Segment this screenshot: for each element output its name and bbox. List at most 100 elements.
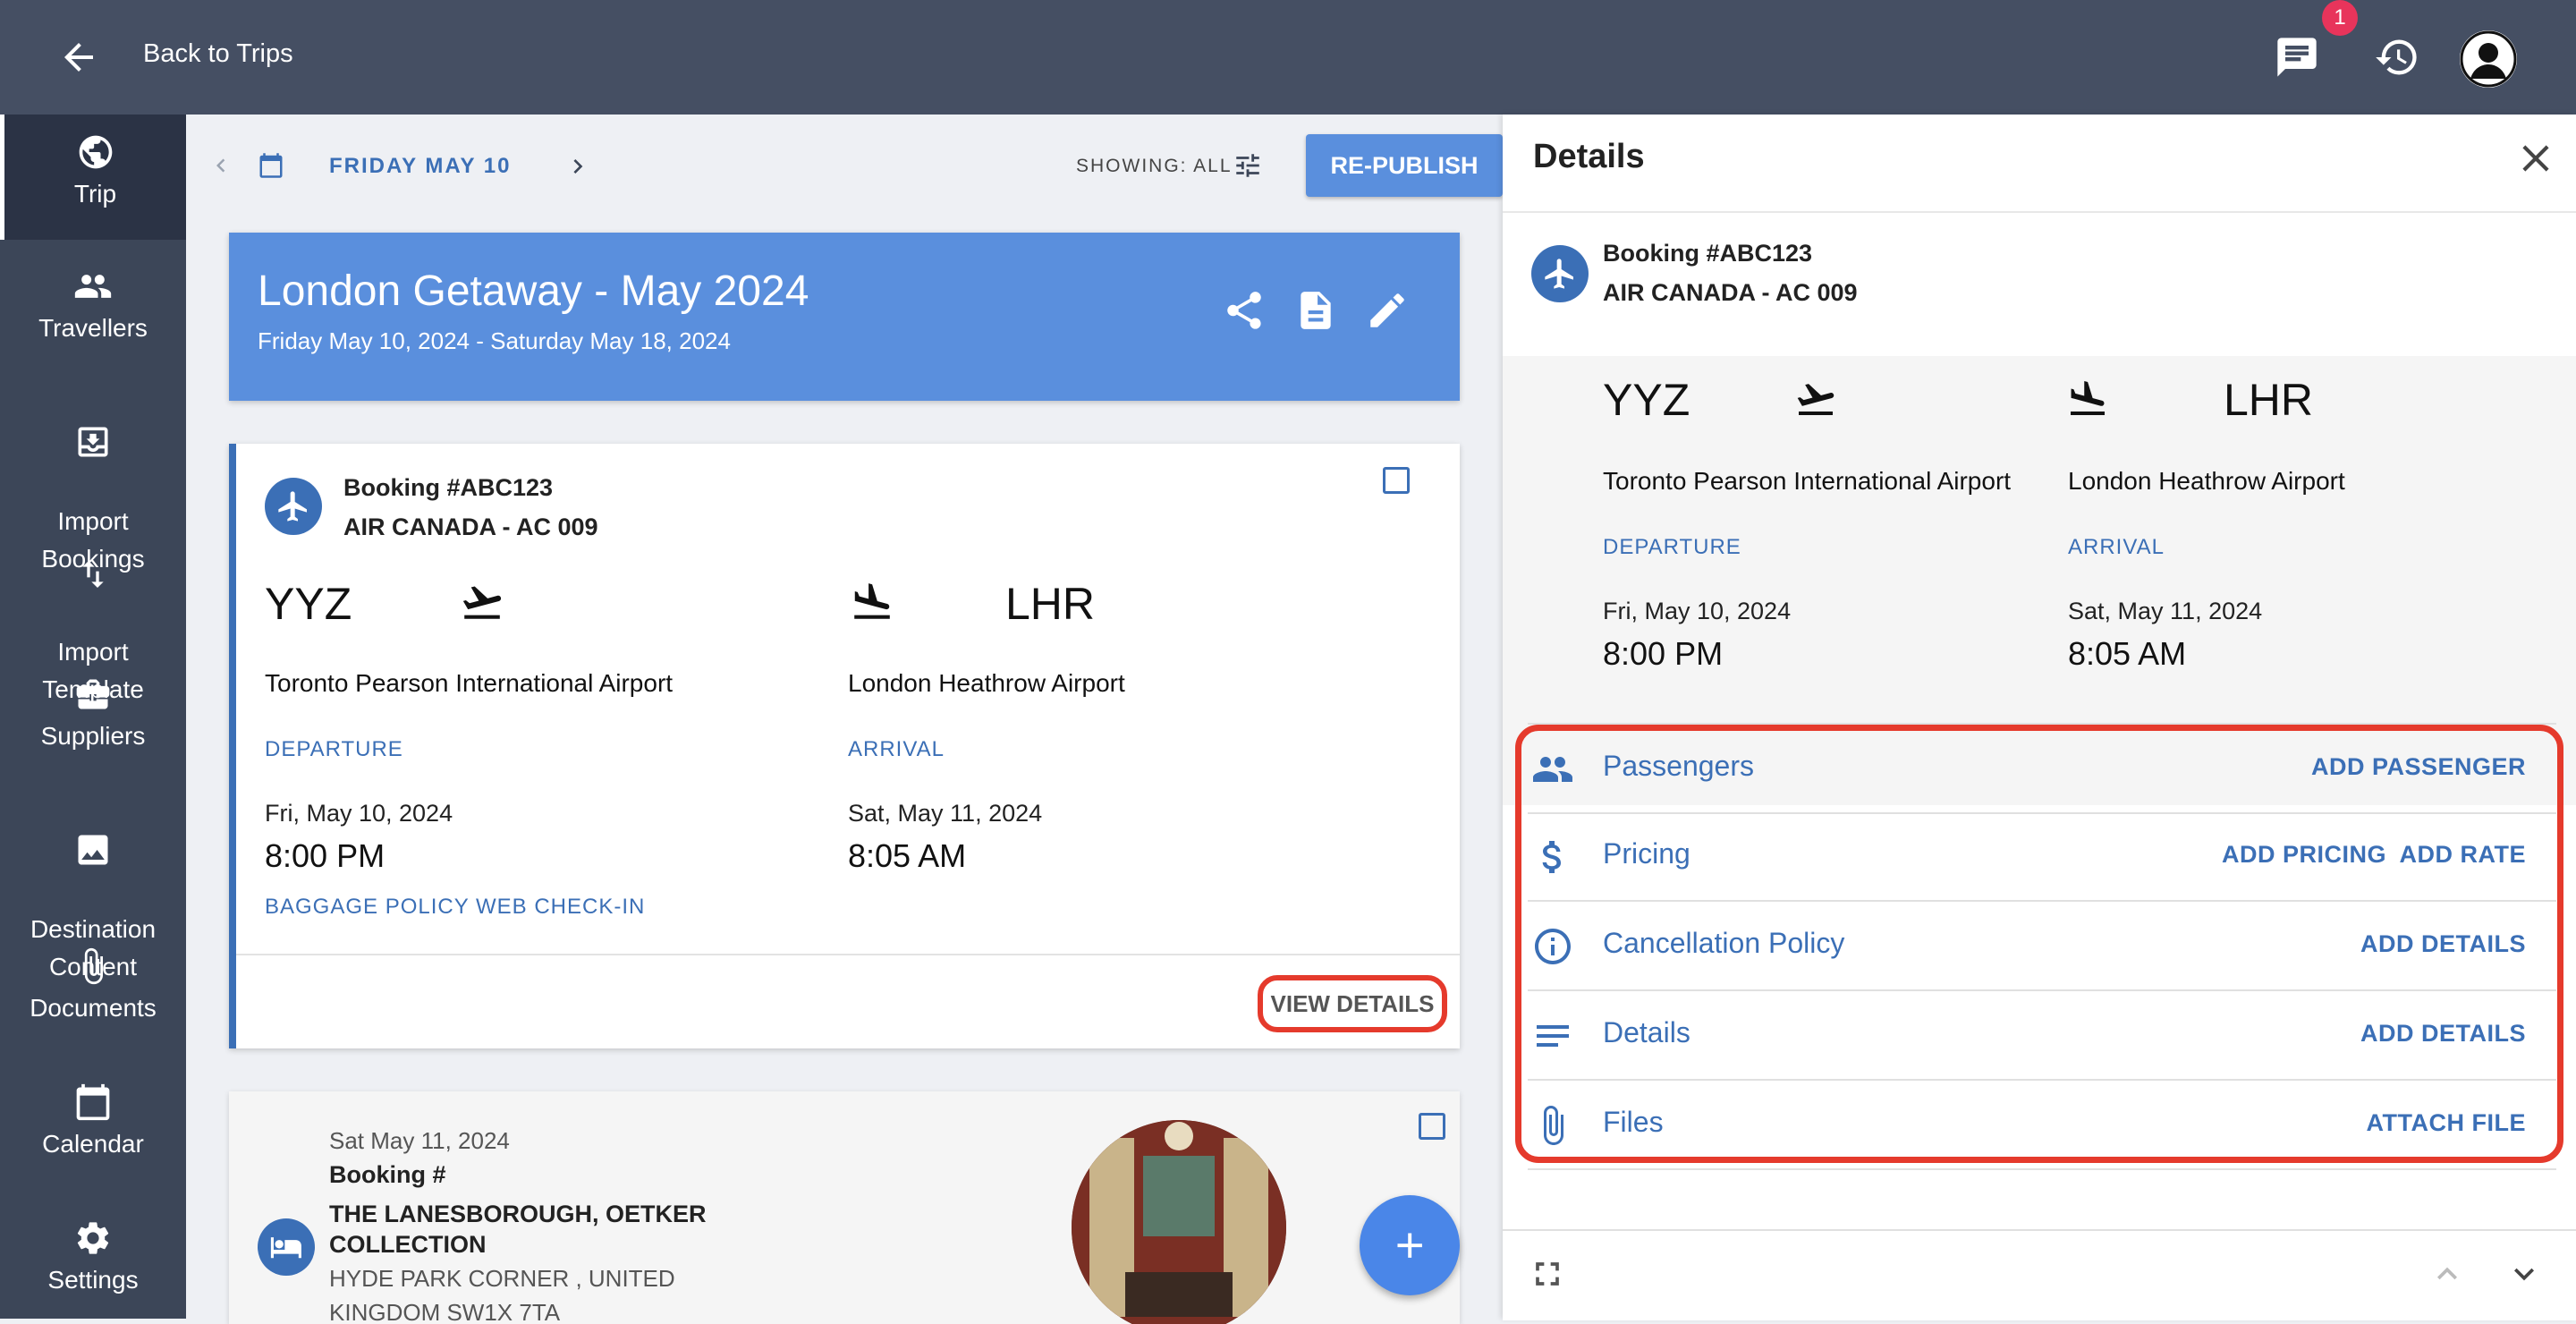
chevron-up-icon[interactable]	[2428, 1254, 2467, 1294]
tune-filter-icon[interactable]	[1233, 150, 1263, 181]
sidebar-item-documents[interactable]: Documents	[0, 946, 186, 1027]
arrival-time: 8:05 AM	[848, 837, 967, 874]
panel-departure-code: YYZ	[1603, 375, 1690, 425]
web-checkin-link[interactable]: WEB CHECK-IN	[476, 895, 645, 920]
sections-highlight-box	[1515, 725, 2563, 1163]
sidebar-item-label: Calendar	[42, 1130, 144, 1158]
sidebar-item-trip[interactable]: Trip	[0, 115, 186, 240]
panel-footer	[1503, 1229, 2576, 1320]
select-checkbox[interactable]	[1383, 467, 1410, 494]
panel-departure-label: DEPARTURE	[1603, 535, 1741, 559]
flight-booking-card: Booking #ABC123 AIR CANADA - AC 009 YYZ …	[229, 444, 1460, 1048]
import-icon	[78, 427, 108, 457]
top-bar: Back to Trips 1	[0, 0, 2576, 115]
panel-departure-date: Fri, May 10, 2024	[1603, 598, 1792, 624]
baggage-policy-link[interactable]: BAGGAGE POLICY	[265, 895, 470, 920]
user-avatar-icon	[2460, 30, 2517, 88]
panel-title: Details	[1533, 138, 1645, 175]
hotel-address-line2: KINGDOM SW1X 7TA	[329, 1299, 561, 1324]
arrival-airport: London Heathrow Airport	[848, 669, 1125, 697]
sidebar-item-settings[interactable]: Settings	[0, 1218, 186, 1299]
calendar-icon[interactable]	[258, 152, 284, 179]
briefcase-icon	[76, 679, 110, 709]
back-arrow-icon[interactable]	[57, 36, 100, 79]
landing-icon	[854, 583, 890, 619]
document-icon[interactable]	[1293, 288, 1338, 333]
panel-arrival-code: LHR	[2224, 375, 2314, 425]
panel-departure-time: 8:00 PM	[1603, 635, 1724, 672]
panel-booking-header: Booking #ABC123 AIR CANADA - AC 009	[1503, 213, 2576, 356]
trip-header-card: London Getaway - May 2024 Friday May 10,…	[229, 233, 1460, 401]
departure-code: YYZ	[265, 579, 352, 629]
airline-flight: AIR CANADA - AC 009	[343, 513, 598, 540]
hotel-name-line1: THE LANESBOROUGH, OETKER	[329, 1201, 707, 1227]
hotel-select-checkbox[interactable]	[1419, 1113, 1445, 1140]
panel-arrival-date: Sat, May 11, 2024	[2068, 598, 2263, 624]
landing-icon	[2071, 381, 2105, 415]
hotel-booking-number: Booking #	[329, 1161, 446, 1188]
showing-filter-label[interactable]: SHOWING: ALL	[1076, 156, 1233, 177]
current-date-label[interactable]: FRIDAY MAY 10	[329, 154, 511, 179]
gear-icon	[77, 1222, 109, 1254]
hotel-type-badge	[258, 1218, 315, 1276]
calendar-icon	[76, 1083, 110, 1121]
airplane-icon	[1545, 259, 1573, 289]
sidebar: Trip Travellers Import Bookings Import T…	[0, 115, 186, 1319]
departure-airport: Toronto Pearson International Airport	[265, 669, 674, 697]
image-icon	[78, 835, 108, 865]
plus-icon	[1397, 1233, 1422, 1258]
sidebar-item-travellers[interactable]: Travellers	[0, 267, 186, 347]
chat-icon[interactable]	[2274, 34, 2320, 81]
sidebar-item-label: Settings	[47, 1266, 139, 1294]
booking-number: Booking #ABC123	[343, 474, 554, 501]
chevron-right-icon[interactable]	[564, 152, 592, 181]
notification-badge: 1	[2322, 0, 2358, 36]
trip-title: London Getaway - May 2024	[258, 267, 809, 315]
panel-arrival-label: ARRIVAL	[2068, 535, 2165, 559]
fullscreen-icon[interactable]	[1528, 1254, 1567, 1294]
arrival-date: Sat, May 11, 2024	[848, 800, 1043, 827]
share-icon[interactable]	[1222, 288, 1267, 333]
hotel-booking-card: Sat May 11, 2024 Booking # THE LANESBORO…	[229, 1091, 1460, 1324]
back-to-trips-link[interactable]: Back to Trips	[143, 39, 293, 69]
departure-time: 8:00 PM	[265, 837, 386, 874]
chevron-left-icon[interactable]	[208, 152, 234, 179]
swap-vertical-icon	[82, 561, 104, 588]
departure-date: Fri, May 10, 2024	[265, 800, 453, 827]
people-icon	[74, 275, 112, 298]
card-divider	[236, 954, 1460, 955]
trip-dates: Friday May 10, 2024 - Saturday May 18, 2…	[258, 327, 731, 354]
sidebar-item-label: Trip	[73, 180, 117, 208]
arrival-code: LHR	[1005, 579, 1096, 629]
hotel-bed-icon	[270, 1237, 301, 1259]
sidebar-item-label: Documents	[30, 994, 157, 1022]
takeoff-icon	[1797, 384, 1835, 415]
hotel-photo	[1072, 1120, 1286, 1324]
departure-label: DEPARTURE	[265, 737, 403, 761]
edit-pencil-icon[interactable]	[1365, 288, 1410, 333]
republish-button[interactable]: RE-PUBLISH	[1306, 134, 1503, 197]
panel-airline-flight: AIR CANADA - AC 009	[1603, 279, 1858, 306]
sidebar-item-suppliers[interactable]: Suppliers	[0, 675, 186, 755]
arrival-label: ARRIVAL	[848, 737, 945, 761]
hotel-room-image	[1072, 1120, 1286, 1324]
hotel-address-line1: HYDE PARK CORNER , UNITED	[329, 1265, 675, 1292]
takeoff-icon	[462, 586, 502, 619]
flight-type-badge	[265, 478, 322, 535]
view-details-button[interactable]: VIEW DETAILS	[1258, 975, 1447, 1032]
user-avatar[interactable]	[2460, 30, 2517, 88]
sidebar-item-calendar[interactable]: Calendar	[0, 1082, 186, 1163]
panel-arrival-time: 8:05 AM	[2068, 635, 2187, 672]
add-fab-button[interactable]	[1360, 1195, 1460, 1295]
panel-flight-badge	[1531, 245, 1589, 302]
sidebar-item-label: Travellers	[38, 314, 148, 342]
chevron-down-icon[interactable]	[2504, 1254, 2544, 1294]
panel-arrival-airport: London Heathrow Airport	[2068, 467, 2345, 495]
sidebar-item-label: Suppliers	[40, 722, 146, 750]
close-icon[interactable]	[2513, 136, 2558, 181]
hotel-name-line2: COLLECTION	[329, 1231, 487, 1258]
paperclip-icon	[84, 947, 103, 985]
history-icon[interactable]	[2374, 34, 2420, 81]
airplane-icon	[278, 491, 307, 522]
panel-booking-number: Booking #ABC123	[1603, 240, 1813, 267]
